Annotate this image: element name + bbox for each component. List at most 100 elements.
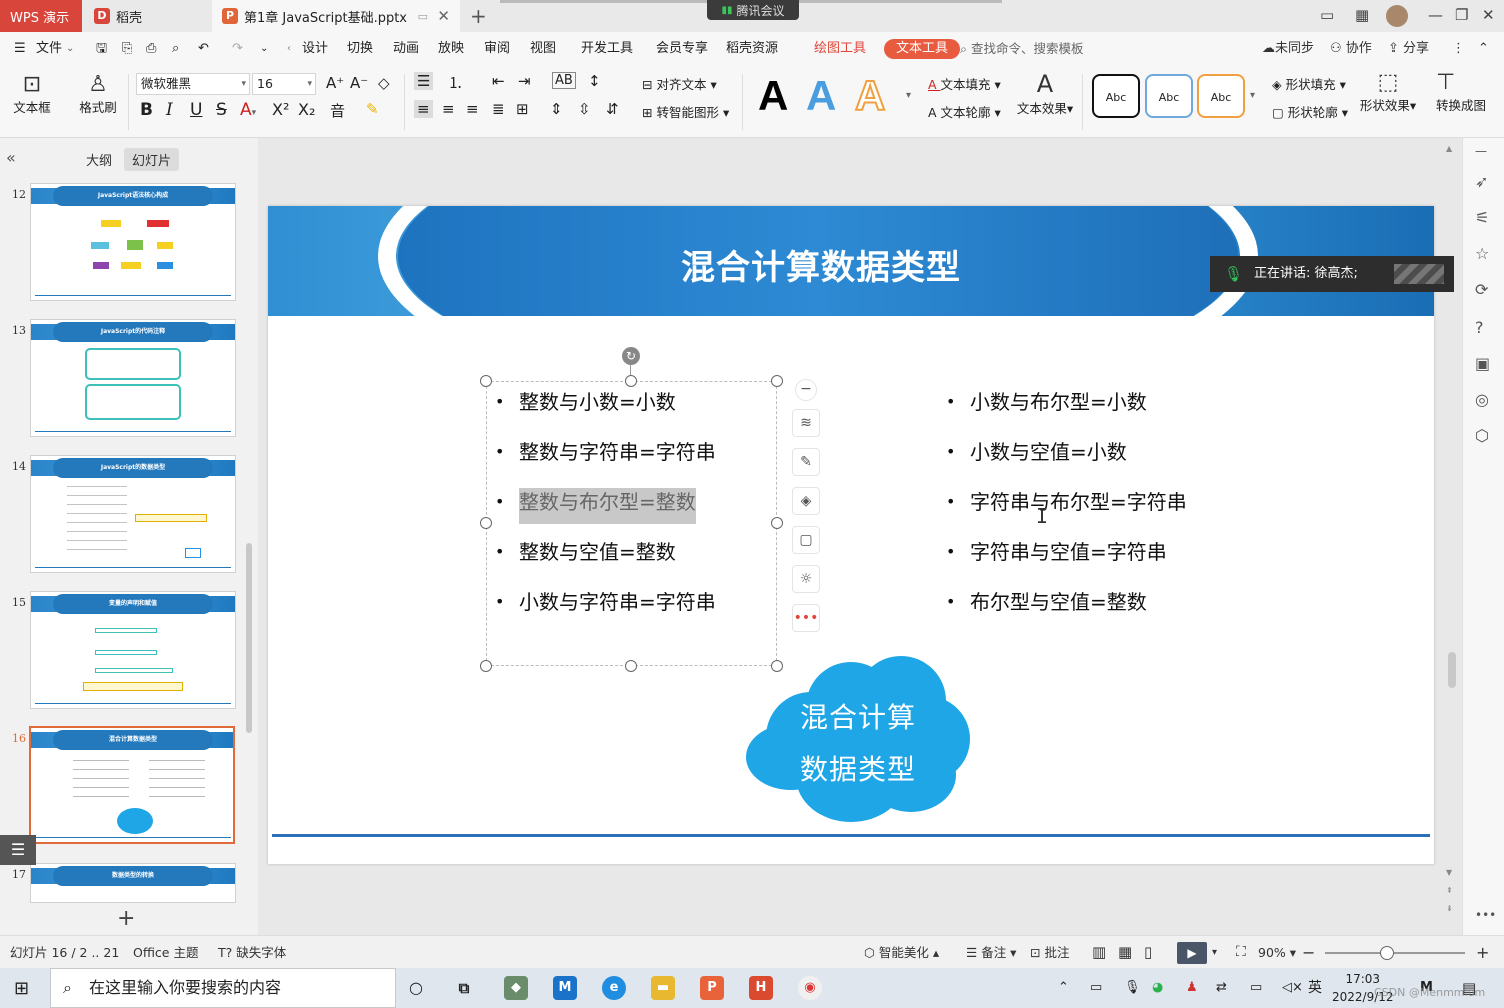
font-color-icon[interactable]: A▾ xyxy=(240,100,256,120)
more-options-icon[interactable]: ••• xyxy=(792,604,820,632)
more-dots-icon[interactable]: ••• xyxy=(1475,908,1496,922)
panel-scrollbar[interactable] xyxy=(246,543,252,733)
battery-icon[interactable]: ▭ xyxy=(1090,968,1102,1008)
numbered-list-icon[interactable]: ⒈ xyxy=(448,72,463,93)
text-style-black[interactable]: A xyxy=(758,72,788,120)
font-name-select[interactable]: 微软雅黑 ▾ xyxy=(136,73,250,95)
image-icon[interactable]: ▣ xyxy=(1475,354,1490,373)
folder-icon[interactable]: ▬ xyxy=(651,976,675,1000)
list-item[interactable]: 字符串与布尔型=字符串 xyxy=(938,487,1187,537)
text-effect-button[interactable]: A 文本效果▾ xyxy=(1016,70,1074,117)
reading-view-icon[interactable]: ▯ xyxy=(1144,936,1152,969)
line-spacing-icon[interactable]: ⇕ xyxy=(550,100,563,118)
mic-tray-icon[interactable]: 🎙 xyxy=(1124,968,1141,1008)
preview-icon[interactable]: ⌕ xyxy=(172,32,179,66)
print-icon[interactable]: ⎙ xyxy=(146,32,156,66)
shape-style-more-icon[interactable]: ▾ xyxy=(1250,90,1255,101)
fill-icon[interactable]: ◈ xyxy=(792,487,820,515)
shape-outline-button[interactable]: ▢ 形状轮廓 ▾ xyxy=(1272,102,1348,121)
tab-outline[interactable]: 大纲 xyxy=(78,148,120,171)
menu-member[interactable]: 会员专享 xyxy=(656,32,708,66)
redo-icon[interactable]: ↷ xyxy=(232,32,243,66)
tab-slides[interactable]: 幻灯片 xyxy=(124,148,180,171)
menu-daoke-resources[interactable]: 稻壳资源 xyxy=(726,32,778,66)
meeting-app-icon[interactable]: M xyxy=(553,976,577,1000)
text-direction-icon[interactable]: AB xyxy=(552,72,576,89)
list-item[interactable]: 布尔型与空值=整数 xyxy=(938,587,1187,637)
phonetic-icon[interactable]: ⾳ xyxy=(330,100,345,121)
collab-button[interactable]: ⚇ 协作 xyxy=(1330,32,1372,66)
clear-format-icon[interactable]: ◇ xyxy=(378,74,390,92)
app-icon[interactable]: ◆ xyxy=(504,976,528,1000)
tab-document[interactable]: P 第1章 JavaScript基础.pptx ▭ ✕ xyxy=(212,0,460,32)
normal-view-icon[interactable]: ▥ xyxy=(1092,936,1106,969)
left-bullet-list[interactable]: 整数与小数=小数 整数与字符串=字符串 整数与布尔型=整数 整数与空值=整数 小… xyxy=(487,387,716,637)
theme-name[interactable]: Office 主题 xyxy=(133,936,198,969)
layout-icon[interactable]: ▭ xyxy=(1320,6,1334,24)
superscript-icon[interactable]: X² xyxy=(272,100,289,119)
app-tab-wps[interactable]: WPS 演示 xyxy=(0,0,82,32)
more-chevron-icon[interactable]: ⌄ xyxy=(260,32,268,66)
list-item[interactable]: 整数与布尔型=整数 xyxy=(487,487,716,537)
slide-thumbnail-13[interactable]: JavaScript的代码注释 xyxy=(30,319,236,437)
avatar[interactable] xyxy=(1386,5,1408,27)
collapse-ribbon-icon[interactable]: ⌃ xyxy=(1478,32,1489,66)
decrease-font-icon[interactable]: A⁻ xyxy=(350,74,368,92)
slide[interactable]: 混合计算数据类型 🎙 正在讲话: 徐高杰; ↻ 整数与小数=小数 整数与字符串=… xyxy=(268,206,1454,864)
resize-handle[interactable] xyxy=(771,517,783,529)
distribute-icon[interactable]: ⊞ xyxy=(516,100,529,118)
command-search[interactable]: ⌕ 查找命令、搜索模板 xyxy=(960,32,1084,66)
chrome-icon[interactable]: ◉ xyxy=(798,976,822,1000)
next-slide-icon[interactable]: ⇟ xyxy=(1446,904,1453,913)
align-right-icon[interactable]: ≡ xyxy=(466,100,479,118)
help-icon[interactable]: ? xyxy=(1475,318,1484,337)
sync-button[interactable]: ☁未同步 xyxy=(1262,32,1314,66)
meeting-indicator[interactable]: ▮▮ 腾讯会议 xyxy=(707,0,799,20)
strikethrough-icon[interactable]: S xyxy=(216,100,227,120)
bullet-list-icon[interactable]: ☰ xyxy=(414,72,434,90)
zoom-in-icon[interactable]: + xyxy=(1476,936,1489,969)
collapse-panel-icon[interactable]: « xyxy=(6,148,16,167)
ime-indicator[interactable]: 英 xyxy=(1308,968,1322,1008)
paragraph-spacing-icon[interactable]: ⇳ xyxy=(578,100,591,118)
canvas-scrollbar[interactable] xyxy=(1448,652,1456,688)
network-icon[interactable]: ▭ xyxy=(1250,968,1262,1008)
slide-thumbnail-16[interactable]: 混合计算数据类型 xyxy=(29,726,235,844)
slide-thumbnail-12[interactable]: JavaScript语法核心构成 xyxy=(30,183,236,301)
slide-thumbnail-14[interactable]: JavaScript的数据类型 xyxy=(30,455,236,573)
menu-design[interactable]: 设计 xyxy=(302,32,328,66)
menu-review[interactable]: 审阅 xyxy=(484,32,510,66)
resize-handle[interactable] xyxy=(480,375,492,387)
missing-font-button[interactable]: T? 缺失字体 xyxy=(218,936,286,969)
slide-thumbnail-15[interactable]: 变量的声明和赋值 xyxy=(30,591,236,709)
cube-icon[interactable]: ⬡ xyxy=(1475,426,1489,445)
underline-icon[interactable]: U xyxy=(190,100,202,120)
align-text-button[interactable]: ⊟ 对齐文本 ▾ xyxy=(642,74,717,93)
sorter-view-icon[interactable]: ▦ xyxy=(1118,936,1132,969)
hamburger-icon[interactable]: ☰ xyxy=(14,32,26,66)
rocket-icon[interactable]: ➶ xyxy=(1475,172,1488,191)
shape-style-blue[interactable]: Abc xyxy=(1145,74,1193,118)
rotate-handle-icon[interactable]: ↻ xyxy=(622,347,640,365)
increase-font-icon[interactable]: A⁺ xyxy=(326,74,344,92)
prev-slide-icon[interactable]: ⇞ xyxy=(1446,886,1453,895)
zoom-slider-handle[interactable] xyxy=(1380,946,1394,960)
windows-start-icon[interactable]: ⊞ xyxy=(14,978,29,999)
notes-button[interactable]: ☰ 备注 ▾ xyxy=(966,936,1016,969)
shape-effect-button[interactable]: ⬚ 形状效果▾ xyxy=(1358,70,1418,114)
more-icon[interactable]: ⋮ xyxy=(1452,32,1465,66)
undo-icon[interactable]: ↶ xyxy=(198,32,209,66)
settings-sliders-icon[interactable]: ⚟ xyxy=(1475,208,1489,227)
zoom-slider[interactable] xyxy=(1325,952,1465,954)
tab-daoke[interactable]: D 稻壳 xyxy=(84,0,210,32)
list-item[interactable]: 字符串与空值=字符串 xyxy=(938,537,1187,587)
textbox-button[interactable]: ⊡ 文本框 xyxy=(12,72,52,116)
compass-icon[interactable]: ◎ xyxy=(1475,390,1489,409)
pen-icon[interactable]: ✎ xyxy=(792,448,820,476)
convert-button[interactable]: ⊤ 转换成图 xyxy=(1436,70,1496,114)
restore-icon[interactable]: ❐ xyxy=(1455,6,1468,24)
align-center-icon[interactable]: ≡ xyxy=(442,100,455,118)
text-fill-button[interactable]: A 文本填充 ▾ xyxy=(928,74,1001,93)
wps-presentation-icon[interactable]: P xyxy=(700,976,724,1000)
tray-expand-icon[interactable]: ⌃ xyxy=(1058,968,1069,1008)
